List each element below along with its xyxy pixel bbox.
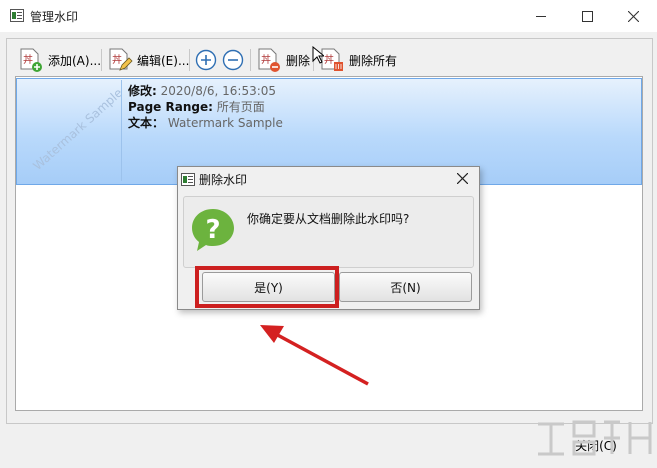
minimize-icon (536, 15, 546, 17)
add-document-icon: 丼 (20, 48, 42, 72)
maximize-icon (581, 10, 593, 22)
minimize-button[interactable] (518, 0, 564, 32)
dialog-close-button[interactable] (452, 168, 472, 188)
edit-button[interactable]: 丼 编辑(E)... (107, 45, 189, 75)
edit-label: 编辑(E)... (137, 53, 190, 68)
highlight-box (195, 266, 339, 308)
edit-document-icon: 丼 (109, 48, 133, 71)
move-up-button[interactable] (195, 45, 217, 75)
page-range-value: 所有页面 (216, 100, 265, 114)
svg-text:丼: 丼 (23, 53, 33, 66)
svg-text:丼: 丼 (112, 53, 122, 66)
move-down-button[interactable] (222, 45, 244, 75)
toolbar-divider (250, 49, 251, 71)
page-range-line: Page Range: 所有页面 (128, 98, 265, 115)
delete-all-button[interactable]: 丼 删除所有 (319, 45, 397, 75)
modified-value: 2020/8/6, 16:53:05 (160, 84, 277, 98)
no-button[interactable]: 否(N) (339, 272, 472, 302)
modified-label: 修改: (128, 84, 157, 98)
text-line: 文本： Watermark Sample (128, 114, 283, 131)
app-icon (10, 9, 24, 22)
plus-circle-icon (195, 49, 217, 71)
delete-document-icon: 丼 (258, 48, 280, 72)
text-label: 文本： (128, 116, 165, 130)
close-icon (627, 10, 639, 22)
site-watermark-logo (538, 420, 652, 456)
dialog-app-icon (181, 173, 195, 186)
add-button[interactable]: 丼 添加(A)... (18, 45, 101, 75)
dialog-message: 你确定要从文档删除此水印吗? (247, 212, 410, 226)
add-label: 添加(A)... (48, 53, 102, 68)
minus-circle-icon (222, 49, 244, 71)
delete-label: 删除 (286, 53, 311, 68)
text-value: Watermark Sample (167, 116, 283, 130)
svg-text:丼: 丼 (261, 53, 271, 66)
toolbar-divider (101, 49, 102, 71)
delete-button[interactable]: 丼 删除 (256, 45, 310, 75)
page-range-label: Page Range: (128, 100, 213, 114)
close-icon (456, 172, 468, 184)
delete-all-label: 删除所有 (349, 53, 398, 68)
question-icon: ? (192, 209, 234, 251)
maximize-button[interactable] (564, 0, 610, 32)
watermark-thumbnail: Watermark Sample (19, 80, 122, 181)
svg-text:丼: 丼 (324, 53, 334, 66)
mouse-cursor-icon (312, 46, 324, 64)
svg-text:?: ? (205, 215, 220, 245)
window-title: 管理水印 (30, 10, 79, 24)
modified-line: 修改: 2020/8/6, 16:53:05 (128, 82, 276, 99)
toolbar-divider (189, 49, 190, 71)
close-window-button[interactable] (610, 0, 656, 32)
dialog-title: 删除水印 (199, 173, 248, 187)
thumbnail-text: Watermark Sample (30, 85, 122, 174)
pointer-arrow (260, 325, 369, 386)
